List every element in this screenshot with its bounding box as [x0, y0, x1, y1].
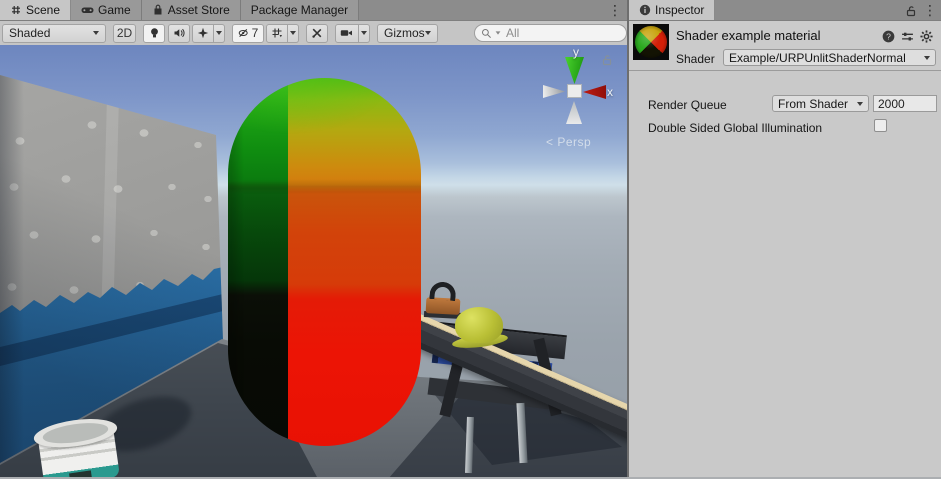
tab-inspector[interactable]: Inspector — [629, 0, 715, 20]
camera-icon — [340, 27, 353, 39]
grid-snapping-button[interactable] — [266, 24, 288, 43]
hardhat-dome — [455, 307, 503, 343]
capsule-gradient-overlay — [228, 78, 421, 446]
help-icon[interactable]: ? — [882, 30, 895, 43]
render-queue-label: Render Queue — [648, 98, 727, 112]
inspector-tabbar: Inspector ⋮ — [629, 0, 941, 21]
scene-effects-dropdown[interactable] — [214, 24, 225, 43]
scene-tabbar: Scene Game Asset Store Package Manager ⋮ — [0, 0, 627, 21]
gizmos-dropdown[interactable]: Gizmos — [377, 24, 438, 43]
inspector-panel: Inspector ⋮ Shader example material ? Sh… — [629, 0, 941, 479]
shopping-bag-icon — [152, 4, 164, 16]
scene-search-box[interactable] — [474, 24, 627, 42]
speaker-icon — [173, 27, 185, 39]
shading-mode-dropdown[interactable]: Shaded — [2, 24, 106, 43]
hidden-object-count: 7 — [252, 26, 259, 40]
gizmo-center-cube[interactable] — [567, 84, 582, 98]
chevron-down-icon — [216, 31, 222, 35]
scene-audio-button[interactable] — [168, 24, 190, 43]
gizmo-lock-icon[interactable] — [601, 54, 613, 66]
material-preview-thumbnail[interactable] — [633, 24, 669, 60]
snap-grid-icon — [271, 27, 283, 39]
axis-x-label: x — [607, 85, 613, 99]
effects-star-icon — [197, 27, 209, 39]
scene-visibility-button[interactable]: 7 — [232, 24, 263, 43]
grid-icon — [10, 4, 22, 16]
shading-mode-label: Shaded — [9, 26, 50, 40]
presets-icon[interactable] — [901, 30, 914, 43]
tab-package-manager-label: Package Manager — [251, 3, 348, 17]
gamepad-icon — [81, 4, 94, 16]
double-sided-gi-checkbox[interactable] — [874, 119, 887, 132]
gear-icon[interactable] — [920, 30, 933, 43]
scene-search-input[interactable] — [504, 25, 620, 41]
grid-snapping-dropdown[interactable] — [288, 24, 299, 43]
shader-field-label: Shader — [676, 52, 715, 66]
tab-scene[interactable]: Scene — [0, 0, 71, 20]
scene-camera-dropdown[interactable] — [359, 24, 370, 43]
eye-slash-icon — [238, 27, 250, 39]
chevron-down-icon — [857, 102, 863, 106]
scene-effects-button[interactable] — [192, 24, 214, 43]
hardhat-object[interactable] — [452, 307, 508, 353]
shader-capsule-object[interactable] — [228, 78, 421, 446]
info-icon — [639, 4, 651, 16]
scene-lighting-button[interactable] — [143, 24, 165, 43]
scene-camera-button[interactable] — [335, 24, 359, 43]
scene-viewport[interactable]: y x < Persp — [0, 45, 627, 479]
inspector-content: Shader example material ? Shader Example… — [629, 21, 941, 479]
perspective-toggle[interactable]: < Persp — [546, 135, 591, 149]
search-filter-caret-icon — [496, 31, 501, 34]
tab-scene-label: Scene — [26, 3, 60, 17]
render-queue-value-field[interactable]: 2000 — [873, 95, 937, 112]
jigsaw-handle — [429, 281, 456, 301]
tools-icon — [311, 27, 323, 39]
inspector-menu-icon[interactable]: ⋮ — [923, 2, 937, 19]
light-bulb-icon — [149, 27, 160, 39]
svg-text:?: ? — [886, 32, 891, 42]
material-title: Shader example material — [676, 28, 821, 43]
tab-asset-store-label: Asset Store — [168, 3, 230, 17]
chevron-down-icon — [425, 31, 431, 35]
tab-asset-store[interactable]: Asset Store — [142, 0, 241, 20]
double-sided-gi-label: Double Sided Global Illumination — [648, 121, 822, 135]
tab-package-manager[interactable]: Package Manager — [241, 0, 359, 20]
2d-toggle-label: 2D — [117, 26, 132, 40]
chevron-down-icon — [93, 31, 99, 35]
scene-panel-menu-icon[interactable]: ⋮ — [608, 2, 622, 19]
lock-icon[interactable] — [905, 5, 917, 17]
chevron-down-icon — [290, 31, 296, 35]
axis-y-label: y — [569, 45, 583, 59]
material-header: Shader example material ? Shader Example… — [629, 21, 941, 71]
material-preview-sphere — [635, 26, 667, 58]
component-tools-button[interactable] — [306, 24, 328, 43]
gizmos-label: Gizmos — [384, 26, 425, 40]
tab-inspector-label: Inspector — [655, 3, 704, 17]
render-queue-mode: From Shader — [778, 97, 848, 111]
tab-game[interactable]: Game — [71, 0, 142, 20]
shader-dropdown-value: Example/URPUnlitShaderNormal — [729, 51, 906, 65]
search-icon — [481, 28, 492, 39]
tab-game-label: Game — [98, 3, 131, 17]
paint-bucket-object[interactable] — [32, 414, 124, 479]
render-queue-dropdown[interactable]: From Shader — [772, 95, 869, 112]
unity-editor-window: Scene Game Asset Store Package Manager ⋮… — [0, 0, 941, 479]
chevron-down-icon — [924, 56, 930, 60]
2d-toggle-button[interactable]: 2D — [113, 24, 137, 43]
shader-dropdown[interactable]: Example/URPUnlitShaderNormal — [723, 49, 936, 66]
chevron-down-icon — [361, 31, 367, 35]
scene-toolbar: Shaded 2D 7 — [0, 21, 627, 45]
